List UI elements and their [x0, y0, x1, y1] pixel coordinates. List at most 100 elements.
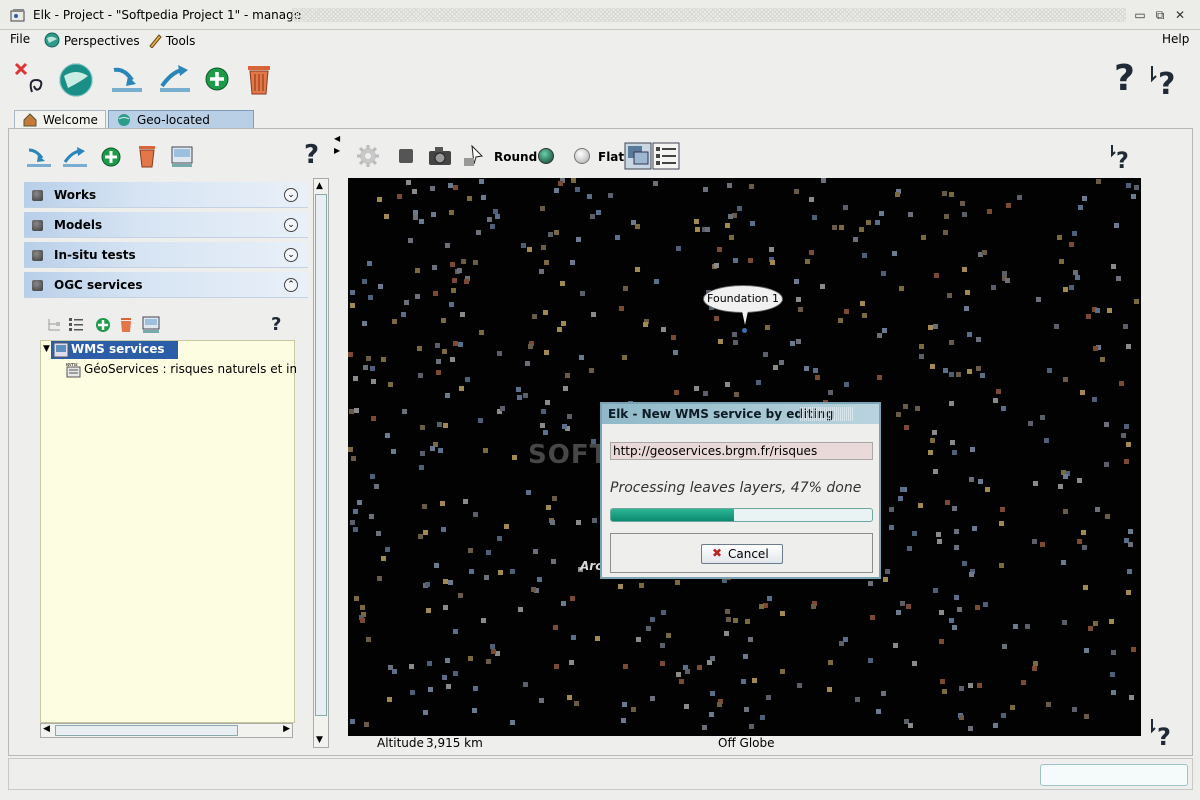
map-tile — [918, 503, 923, 508]
expand-icon[interactable]: ⌄ — [284, 218, 298, 232]
list-icon[interactable] — [68, 317, 84, 331]
map-tile — [725, 382, 730, 387]
section-works[interactable]: Works ⌄ — [24, 182, 308, 208]
map-tile — [1100, 357, 1105, 362]
list-view-icon[interactable] — [652, 142, 680, 170]
panel-splitter[interactable]: ◀ ▶ — [334, 134, 342, 752]
globe-icon[interactable] — [58, 62, 94, 98]
map-tile — [449, 302, 454, 307]
properties-icon[interactable] — [142, 316, 160, 334]
add-icon[interactable] — [95, 317, 111, 333]
import-icon[interactable] — [110, 62, 144, 96]
context-help-icon[interactable]: ? — [1150, 64, 1180, 98]
map-tile — [866, 220, 871, 225]
trash-icon[interactable] — [244, 62, 274, 96]
map-tile — [697, 665, 702, 670]
dialog-title-bar[interactable]: Elk - New WMS service by editing — [602, 404, 879, 424]
scroll-right-icon[interactable]: ▶ — [283, 724, 290, 734]
round-radio[interactable] — [538, 148, 554, 164]
scroll-left-icon[interactable]: ◀ — [43, 724, 50, 734]
map-tile — [725, 609, 730, 614]
ogc-help-icon[interactable]: ? — [271, 314, 281, 335]
map-tile — [750, 221, 755, 226]
map-tile — [660, 661, 665, 666]
map-tile — [463, 499, 468, 504]
map-tile — [959, 715, 964, 720]
section-ogc-services[interactable]: OGC services ⌃ — [24, 272, 308, 298]
tree-icon[interactable] — [46, 318, 62, 332]
map-tile — [418, 534, 423, 539]
status-help-icon[interactable]: ? — [1150, 718, 1176, 748]
camera-icon[interactable] — [428, 145, 452, 167]
section-bullet-icon — [32, 250, 43, 261]
map-tile — [1093, 621, 1098, 626]
settings-icon[interactable] — [356, 144, 380, 168]
map-tile — [985, 487, 990, 492]
marker-label[interactable]: Foundation 1 — [703, 285, 783, 313]
scroll-thumb[interactable] — [55, 725, 238, 736]
horizontal-scrollbar[interactable]: ◀ ▶ — [40, 723, 293, 738]
menu-help[interactable]: Help — [1162, 32, 1189, 46]
layers-view-icon[interactable] — [624, 142, 652, 170]
tree-expand-icon[interactable]: ▼ — [43, 344, 50, 354]
menu-tools[interactable]: Tools — [148, 32, 195, 49]
close-project-icon[interactable] — [14, 62, 48, 96]
flat-radio[interactable] — [574, 148, 590, 164]
properties-icon[interactable] — [170, 144, 194, 168]
map-tile — [442, 349, 447, 354]
map-tile — [570, 596, 575, 601]
sidebar-help-icon[interactable]: ? — [304, 140, 319, 170]
help-icon[interactable]: ? — [1114, 58, 1135, 99]
section-in-situ-tests[interactable]: In-situ tests ⌄ — [24, 242, 308, 268]
expand-icon[interactable]: ⌄ — [284, 248, 298, 262]
map-tile — [401, 312, 406, 317]
collapse-right-icon[interactable]: ▶ — [334, 146, 340, 155]
map-tile — [553, 625, 558, 630]
tab-geo-located-objects[interactable]: Geo-located objects — [108, 110, 254, 141]
scroll-down-icon[interactable]: ▼ — [316, 735, 323, 745]
vertical-scrollbar[interactable]: ▲ ▼ — [313, 178, 329, 748]
pointer-icon[interactable] — [462, 144, 486, 168]
map-tile — [510, 720, 515, 725]
map-tile — [749, 184, 754, 189]
tab-welcome[interactable]: Welcome — [14, 110, 106, 130]
map-tile — [908, 212, 913, 217]
marker-point[interactable] — [742, 328, 747, 333]
close-icon[interactable]: ✕ — [1172, 7, 1188, 23]
scroll-thumb[interactable] — [315, 194, 327, 716]
scroll-up-icon[interactable]: ▲ — [316, 181, 323, 191]
import-icon[interactable] — [26, 146, 52, 168]
map-tile — [445, 393, 450, 398]
trash-icon[interactable] — [136, 144, 158, 168]
add-icon[interactable] — [100, 146, 122, 168]
menu-file[interactable]: File — [10, 32, 30, 46]
stop-icon[interactable] — [398, 148, 414, 164]
tree-node-wms-services[interactable]: WMS services — [51, 341, 178, 359]
expand-icon[interactable]: ⌄ — [284, 188, 298, 202]
map-tile — [1033, 661, 1038, 666]
cancel-button[interactable]: ✖ Cancel — [701, 544, 783, 564]
tree-node-geoservices[interactable]: wms GéoServices : risques naturels et in… — [66, 361, 296, 379]
map-tile — [366, 637, 371, 642]
map-tile — [442, 675, 447, 680]
minimize-icon[interactable]: ▭ — [1132, 7, 1148, 23]
trash-icon[interactable] — [119, 317, 133, 333]
section-models[interactable]: Models ⌄ — [24, 212, 308, 238]
map-tile — [483, 448, 488, 453]
map-tile — [618, 584, 623, 589]
map-tile — [465, 377, 470, 382]
add-icon[interactable] — [204, 62, 230, 96]
collapse-left-icon[interactable]: ◀ — [334, 134, 340, 143]
export-icon[interactable] — [62, 146, 88, 168]
altitude-label: Altitude — [377, 736, 424, 750]
export-icon[interactable] — [158, 62, 192, 96]
map-help-icon[interactable]: ? — [1110, 144, 1134, 170]
collapse-icon[interactable]: ⌃ — [284, 278, 298, 292]
map-tile — [1077, 478, 1082, 483]
menu-perspectives[interactable]: Perspectives — [44, 32, 140, 48]
maximize-icon[interactable]: ⧉ — [1152, 7, 1168, 23]
map-tile — [932, 430, 937, 435]
map-tile — [384, 214, 389, 219]
url-field[interactable]: http://geoservices.brgm.fr/risques — [610, 442, 873, 460]
map-tile — [999, 521, 1004, 526]
